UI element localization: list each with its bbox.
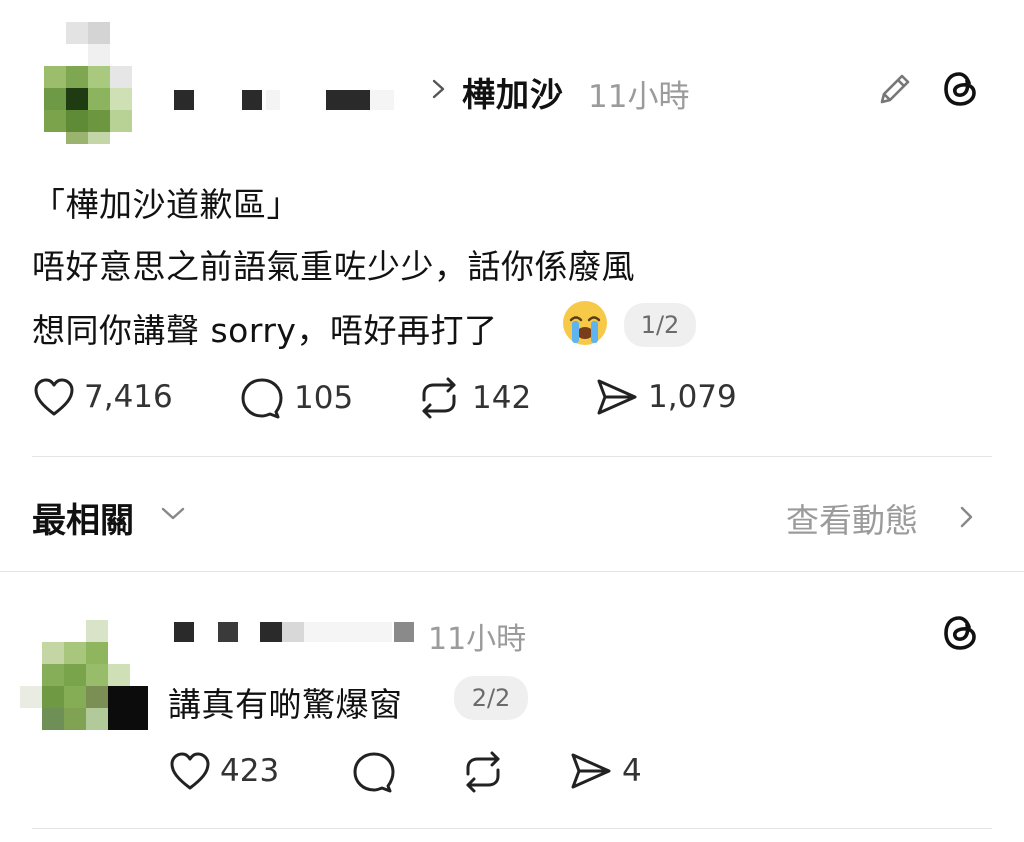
reply-share-button[interactable]: 4 — [568, 750, 642, 792]
reply-count: 105 — [294, 380, 354, 416]
view-activity-link[interactable]: 查看動態 — [786, 494, 918, 542]
threads-icon[interactable] — [940, 612, 982, 654]
divider — [32, 456, 992, 457]
chevron-right-icon — [432, 79, 445, 99]
post-avatar[interactable] — [22, 20, 152, 150]
comment-icon — [241, 378, 283, 419]
heart-icon — [170, 752, 210, 790]
reply-avatar[interactable] — [20, 618, 152, 734]
post-text-line-3: 想同你講聲 sorry，唔好再打了 — [32, 311, 498, 350]
reply-button[interactable]: 105 — [238, 376, 353, 420]
reply-share-count: 4 — [622, 753, 642, 789]
loudly-crying-face-emoji — [563, 301, 607, 345]
sort-dropdown[interactable]: 最相關 — [32, 493, 134, 542]
repost-count: 142 — [472, 380, 532, 416]
post-page-indicator: 1/2 — [624, 303, 696, 347]
share-icon — [571, 753, 611, 789]
chevron-right-icon[interactable] — [958, 503, 976, 531]
share-count: 1,079 — [648, 379, 737, 415]
pencil-icon[interactable] — [874, 68, 916, 110]
share-button[interactable]: 1,079 — [594, 376, 737, 418]
reply-like-button[interactable]: 423 — [168, 750, 279, 792]
divider — [32, 828, 992, 829]
chevron-down-icon[interactable] — [160, 505, 186, 523]
divider — [0, 571, 1024, 572]
reply-like-count: 423 — [220, 753, 280, 789]
share-icon — [597, 379, 637, 415]
post-timestamp: 11小時 — [588, 79, 690, 115]
repost-button[interactable]: 142 — [414, 376, 531, 420]
reply-text: 講真有啲驚爆窗 — [168, 685, 403, 724]
heart-icon — [34, 378, 74, 416]
reply-reply-button[interactable] — [350, 750, 406, 794]
reply-timestamp: 11小時 — [428, 622, 527, 657]
comment-icon — [353, 752, 395, 793]
threads-icon[interactable] — [940, 68, 982, 110]
topic-tag[interactable]: 樺加沙 — [462, 68, 564, 116]
repost-icon — [422, 377, 456, 419]
reply-username-redacted[interactable] — [170, 622, 420, 646]
username-redacted[interactable] — [170, 84, 420, 114]
like-count: 7,416 — [84, 379, 173, 415]
post-text-line-2: 唔好意思之前語氣重咗少少，話你係廢風 — [32, 247, 635, 286]
post-text-line-1: 「樺加沙道歉區」 — [32, 185, 300, 224]
reply-page-indicator: 2/2 — [454, 676, 528, 720]
like-button[interactable]: 7,416 — [32, 376, 173, 418]
repost-icon — [466, 751, 500, 793]
reply-repost-button[interactable] — [458, 750, 516, 794]
